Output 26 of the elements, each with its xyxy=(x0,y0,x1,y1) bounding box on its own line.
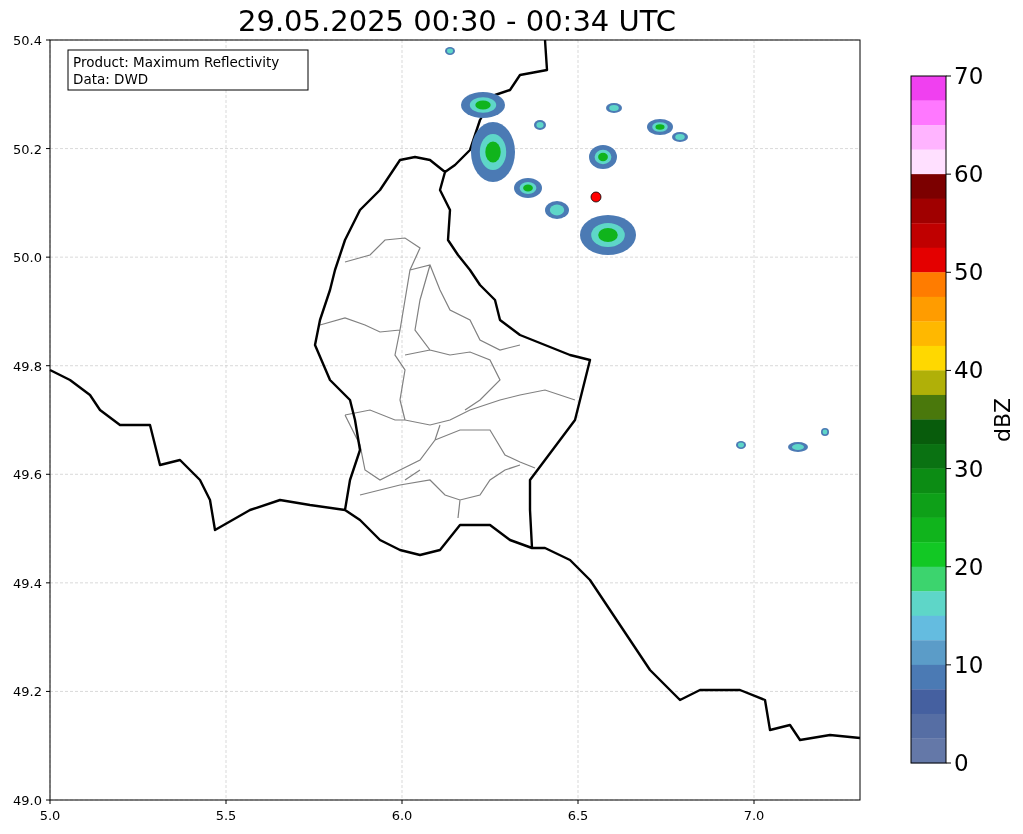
y-tick-label: 50.2 xyxy=(13,141,42,157)
y-tick-label: 49.6 xyxy=(13,467,42,483)
colorbar-tick-label: 70 xyxy=(954,63,984,89)
y-tick-label: 49.4 xyxy=(13,575,42,591)
colorbar-tick-label: 40 xyxy=(954,357,984,384)
y-tick-label: 50.4 xyxy=(13,33,42,48)
info-text: Product: Maximum Reflectivity xyxy=(73,54,280,70)
x-tick-label: 6.5 xyxy=(567,808,589,823)
colorbar-tick-label: 0 xyxy=(954,750,969,776)
y-tick-label: 49.8 xyxy=(13,358,42,374)
colorbar-tick-label: 60 xyxy=(954,161,984,188)
colorbar-tick-label: 20 xyxy=(954,553,984,580)
y-tick-label: 49.2 xyxy=(13,684,42,700)
x-tick-label: 6.0 xyxy=(391,808,413,823)
x-tick-label: 5.0 xyxy=(39,808,61,823)
y-tick-label: 49.0 xyxy=(13,793,42,808)
x-tick-label: 5.5 xyxy=(215,808,237,823)
x-tick-label: 7.0 xyxy=(743,808,765,823)
colorbar-label: dBZ xyxy=(990,397,1015,443)
info-text: Data: DWD xyxy=(73,71,149,87)
colorbar-tick-label: 50 xyxy=(954,259,984,286)
y-tick-label: 50.0 xyxy=(13,250,42,266)
location-marker xyxy=(590,191,602,203)
colorbar-tick-label: 10 xyxy=(954,651,984,678)
colorbar-tick-label: 30 xyxy=(954,455,984,482)
chart-title: 29.05.2025 00:30 - 00:34 UTC xyxy=(238,4,676,38)
